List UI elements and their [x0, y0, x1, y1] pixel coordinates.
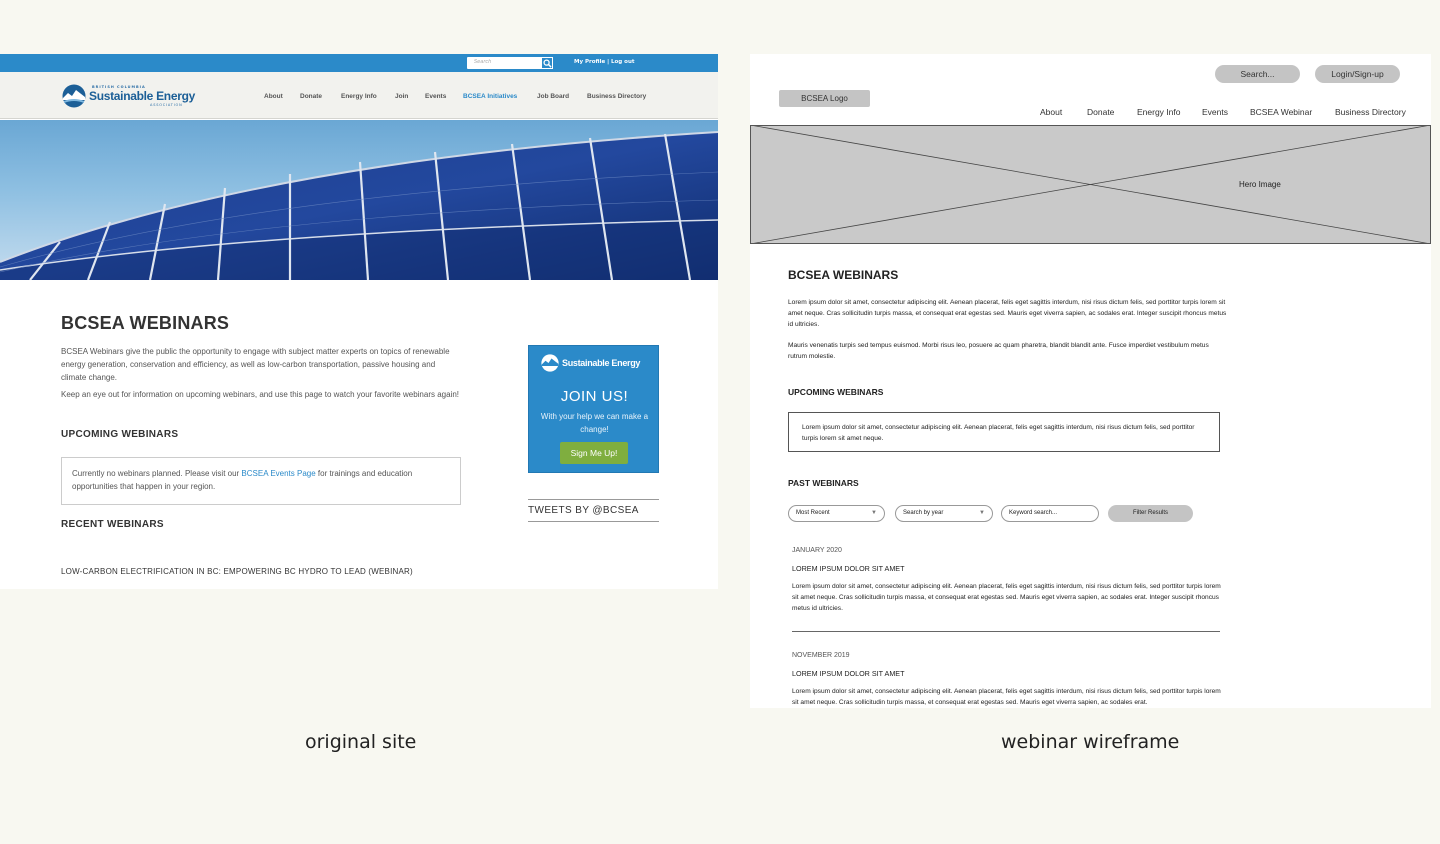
keyword-search-input[interactable]: Keyword search...: [1001, 505, 1099, 522]
sign-me-up-button[interactable]: Sign Me Up!: [560, 442, 628, 464]
wf-nav-business-directory[interactable]: Business Directory: [1335, 107, 1406, 117]
nav-donate[interactable]: Donate: [300, 93, 322, 100]
nav-bcsea-initiatives[interactable]: BCSEA Initiatives: [463, 93, 517, 100]
search-icon: [543, 59, 552, 68]
join-subtitle: With your help we can make a change!: [540, 412, 649, 434]
nav-energy-info[interactable]: Energy Info: [341, 93, 377, 100]
chevron-down-icon: ▼: [979, 510, 985, 516]
entry-date: JANUARY 2020: [792, 547, 842, 554]
original-site-screenshot: Search My Profile | Log out BRITISH COLU…: [0, 54, 718, 589]
upcoming-box-text: Currently no webinars planned. Please vi…: [72, 467, 442, 493]
entry-body: Lorem ipsum dolor sit amet, consectetur …: [792, 583, 1221, 612]
caption-webinar-wireframe: webinar wireframe: [1001, 731, 1180, 753]
main-nav-bar: BRITISH COLUMBIA Sustainable Energy ASSO…: [0, 72, 718, 119]
entry-title[interactable]: LOREM IPSUM DOLOR SIT AMET: [792, 564, 905, 573]
recent-webinar-link[interactable]: LOW-CARBON ELECTRIFICATION IN BC: EMPOWE…: [61, 567, 413, 576]
upcoming-webinars-box: Currently no webinars planned. Please vi…: [61, 457, 461, 505]
events-page-link[interactable]: BCSEA Events Page: [241, 469, 315, 478]
caption-original-site: original site: [305, 731, 417, 753]
logo-main-text[interactable]: Sustainable Energy: [89, 89, 195, 103]
wf-nav-events[interactable]: Events: [1202, 107, 1228, 117]
wf-paragraph-1: Lorem ipsum dolor sit amet, consectetur …: [788, 299, 1227, 328]
hero-image-solar-panels: [0, 120, 718, 280]
join-title: JOIN US!: [560, 388, 629, 405]
profile-logout-links[interactable]: My Profile | Log out: [574, 59, 634, 65]
wf-upcoming-box-text: Lorem ipsum dolor sit amet, consectetur …: [802, 424, 1195, 442]
upcoming-heading: UPCOMING WEBINARS: [61, 429, 179, 440]
wf-nav-energy-info[interactable]: Energy Info: [1137, 107, 1180, 117]
entry-title[interactable]: LOREM IPSUM DOLOR SIT AMET: [792, 669, 905, 678]
wf-paragraph-2: Mauris venenatis turpis sed tempus euism…: [788, 342, 1209, 360]
intro-paragraph: BCSEA Webinars give the public the oppor…: [61, 347, 450, 382]
sort-select-value: Most Recent: [796, 510, 830, 516]
wf-nav-about[interactable]: About: [1040, 107, 1062, 117]
entry-body: Lorem ipsum dolor sit amet, consectetur …: [792, 688, 1221, 706]
join-us-widget: Sustainable Energy JOIN US! With your he…: [528, 345, 659, 473]
search-button[interactable]: [541, 57, 553, 69]
entry-date: NOVEMBER 2019: [792, 652, 850, 659]
nav-events[interactable]: Events: [425, 93, 446, 100]
wf-past-heading: PAST WEBINARS: [788, 478, 859, 488]
nav-about[interactable]: About: [264, 93, 283, 100]
search-input[interactable]: Search: [467, 57, 553, 69]
wireframe-logo[interactable]: BCSEA Logo: [779, 90, 870, 107]
bcsea-logo-icon: [541, 354, 559, 372]
tweets-heading: TWEETS BY @BCSEA: [528, 499, 659, 522]
filter-results-button[interactable]: Filter Results: [1108, 505, 1193, 522]
wf-nav-bcsea-webinar[interactable]: BCSEA Webinar: [1250, 107, 1312, 117]
join-logo-text: Sustainable Energy: [562, 358, 641, 368]
recent-heading: RECENT WEBINARS: [61, 519, 164, 530]
wf-upcoming-heading: UPCOMING WEBINARS: [788, 387, 884, 397]
hero-image-placeholder: Hero Image: [750, 125, 1431, 244]
wf-page-title: BCSEA WEBINARS: [788, 268, 899, 282]
nav-job-board[interactable]: Job Board: [537, 93, 569, 100]
nav-business-directory[interactable]: Business Directory: [587, 93, 646, 100]
logo-sub-text: ASSOCIATION: [150, 103, 183, 107]
search-pill[interactable]: Search...: [1215, 65, 1300, 83]
wf-upcoming-box: Lorem ipsum dolor sit amet, consectetur …: [788, 412, 1220, 452]
year-select-value: Search by year: [903, 510, 944, 516]
join-logo: Sustainable Energy: [541, 354, 649, 372]
login-signup-button[interactable]: Login/Sign-up: [1315, 65, 1400, 83]
year-select[interactable]: Search by year ▼: [895, 505, 993, 522]
webinar-wireframe: Search... Login/Sign-up BCSEA Logo About…: [750, 54, 1431, 708]
nav-join[interactable]: Join: [395, 93, 408, 100]
wf-nav-donate[interactable]: Donate: [1087, 107, 1114, 117]
sort-select[interactable]: Most Recent ▼: [788, 505, 885, 522]
search-placeholder: Search: [474, 59, 492, 65]
upcoming-box-text-pre: Currently no webinars planned. Please vi…: [72, 469, 242, 478]
page-title: BCSEA WEBINARS: [61, 313, 230, 333]
intro-paragraph-2: Keep an eye out for information on upcom…: [61, 390, 460, 399]
utility-bar: Search My Profile | Log out: [0, 54, 718, 72]
chevron-down-icon: ▼: [871, 510, 877, 516]
bcsea-logo-icon[interactable]: [62, 84, 86, 108]
hero-image-label: Hero Image: [1239, 180, 1281, 189]
entry-divider: [792, 631, 1220, 632]
